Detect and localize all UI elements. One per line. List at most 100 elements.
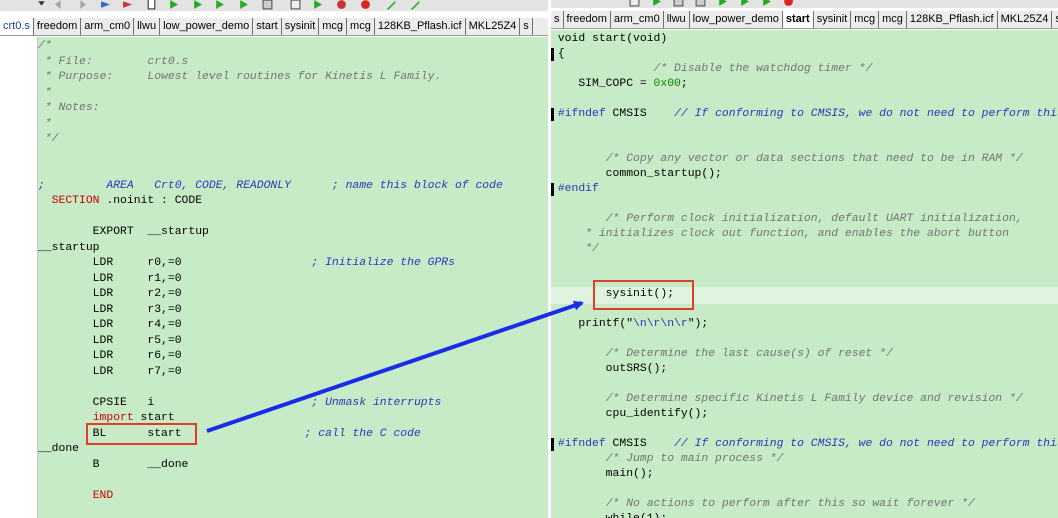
code-token: END <box>92 489 114 502</box>
tab-mkl25z4[interactable]: MKL25Z4 <box>998 11 1053 28</box>
download-icon[interactable] <box>260 0 275 10</box>
tab-llwu[interactable]: llwu <box>664 11 690 28</box>
code-token: /* <box>38 40 52 52</box>
tab-sysinit[interactable]: sysinit <box>282 18 320 35</box>
toggle-bookmark-icon[interactable] <box>212 0 227 10</box>
edit-pencil-icon[interactable] <box>408 0 423 10</box>
breakpoint-icon[interactable] <box>358 0 373 10</box>
code-token: CMSIS <box>605 108 675 120</box>
next-bookmark-icon[interactable] <box>236 0 251 10</box>
code-token: .noinit : CODE <box>99 195 203 207</box>
code-line: outSRS(); <box>551 362 668 378</box>
code-line: LDR r3,=0 <box>38 303 182 319</box>
tab-arm-cm0[interactable]: arm_cm0 <box>81 18 135 35</box>
tab-s[interactable]: s <box>520 18 533 35</box>
breakpoint-list-icon[interactable] <box>288 0 303 10</box>
code-line: common_startup(); <box>551 167 722 183</box>
tab-128kb-pflash-icf[interactable]: 128KB_Pflash.icf <box>375 18 466 35</box>
code-token: LDR r2,=0 <box>38 288 182 300</box>
code-line: while(1); <box>551 512 668 518</box>
tab-s[interactable]: s <box>551 11 564 28</box>
code-line: /* Disable the watchdog timer */ <box>551 62 873 78</box>
code-token: /* Disable the watchdog timer */ <box>653 63 873 75</box>
tab-low-power-demo[interactable]: low_power_demo <box>160 18 254 35</box>
code-line: #endif <box>551 182 599 198</box>
make-icon[interactable] <box>715 0 730 7</box>
tab-mcg[interactable]: mcg <box>851 11 880 28</box>
tab-128kb-pflash-icf[interactable]: 128KB_Pflash.icf <box>907 11 998 28</box>
tab-freedom[interactable]: freedom <box>34 18 82 35</box>
back-arrow-icon[interactable] <box>52 0 67 10</box>
code-line: LDR r0,=0 ; Initialize the GPRs <box>38 256 455 272</box>
code-line: /* Determine specific Kinetis L Family d… <box>551 392 1023 408</box>
code-token: EXPORT __startup <box>38 226 209 238</box>
code-token: * File: crt0.s <box>38 55 189 68</box>
left-editor-pane: crt0.s freedom arm_cm0 llwu low_power_demo st… <box>0 0 548 518</box>
code-token: ; Unmask interrupts <box>311 396 442 409</box>
highlight-box-sysinit <box>593 280 694 310</box>
code-line: /* No actions to perform after this so w… <box>551 497 975 513</box>
fold-marker[interactable] <box>551 438 554 451</box>
forward-arrow-icon[interactable] <box>74 0 89 10</box>
run-icon[interactable] <box>166 0 181 10</box>
tab-sysinit[interactable]: sysinit <box>814 11 852 28</box>
code-token: */ <box>38 133 59 145</box>
tab-mcg[interactable]: mcg <box>347 18 375 35</box>
tab-llwu[interactable]: llwu <box>134 18 161 35</box>
tab-arm-cm0[interactable]: arm_cm0 <box>611 11 664 28</box>
tab-start[interactable]: start <box>253 18 282 35</box>
fold-marker[interactable] <box>551 108 554 121</box>
highlight-box-bl-start <box>86 423 197 445</box>
tab-mcg[interactable]: mcg <box>319 18 348 35</box>
code-token: #ifndef <box>557 438 606 450</box>
download-icon[interactable] <box>693 0 708 7</box>
tab-sysinit-s[interactable]: sysinit.s <box>1052 11 1058 28</box>
debug-icon[interactable] <box>310 0 325 10</box>
rebuild-icon[interactable] <box>759 0 774 7</box>
tab-start[interactable]: start <box>782 11 814 28</box>
code-token: LDR r7,=0 <box>38 365 182 378</box>
code-line: * initializes clock out function, and en… <box>551 227 1009 243</box>
code-line: __done <box>38 442 79 458</box>
code-token: cpu_identify(); <box>551 408 709 420</box>
right-code-view[interactable]: void start(void) { /* Disable the watchd… <box>551 30 1058 518</box>
code-line: */ <box>38 132 59 148</box>
code-line: * Purpose: Lowest level routines for Kin… <box>38 70 441 86</box>
code-token: ; call the C code <box>304 427 421 440</box>
stop-icon[interactable] <box>671 0 686 7</box>
fold-marker[interactable] <box>551 183 554 196</box>
step-over-icon[interactable] <box>120 0 135 10</box>
tab-mcg[interactable]: mcg <box>879 11 907 28</box>
tab-freedom[interactable]: freedom <box>564 11 611 28</box>
edit-icon[interactable] <box>384 0 399 10</box>
new-file-icon[interactable] <box>144 0 159 10</box>
code-line: LDR r1,=0 <box>38 272 182 288</box>
step-icon[interactable] <box>627 0 642 7</box>
dropdown-arrow-icon[interactable] <box>34 0 49 10</box>
code-token: outSRS(); <box>551 363 668 375</box>
code-line: * Notes: <box>38 101 100 117</box>
run-to-cursor-icon[interactable] <box>190 0 205 10</box>
run-icon[interactable] <box>649 0 664 7</box>
tab-crt0-s[interactable]: crt0.s <box>0 18 34 35</box>
code-token: common_startup(); <box>551 168 722 180</box>
fold-marker[interactable] <box>551 48 554 61</box>
breakpoint-icon[interactable] <box>781 0 796 7</box>
tab-mkl25z4[interactable]: MKL25Z4 <box>466 18 521 35</box>
right-tab-bar: s freedom arm_cm0 llwu low_power_demo start sy… <box>551 11 1058 29</box>
stop-icon[interactable] <box>334 0 349 10</box>
code-line: printf("\n\r\n\r"); <box>551 317 708 333</box>
code-token: SECTION <box>51 195 100 207</box>
step-into-icon[interactable] <box>98 0 113 10</box>
tab-low-power-demo[interactable]: low_power_demo <box>690 11 783 28</box>
left-code-view[interactable]: /* * File: crt0.s * Purpose: Lowest leve… <box>38 37 548 518</box>
code-line: * File: crt0.s <box>38 55 189 71</box>
code-line: main(); <box>551 467 654 483</box>
debug-icon[interactable] <box>737 0 752 7</box>
code-line: END <box>38 489 114 505</box>
code-token: ; Initialize the GPRs <box>311 257 455 269</box>
